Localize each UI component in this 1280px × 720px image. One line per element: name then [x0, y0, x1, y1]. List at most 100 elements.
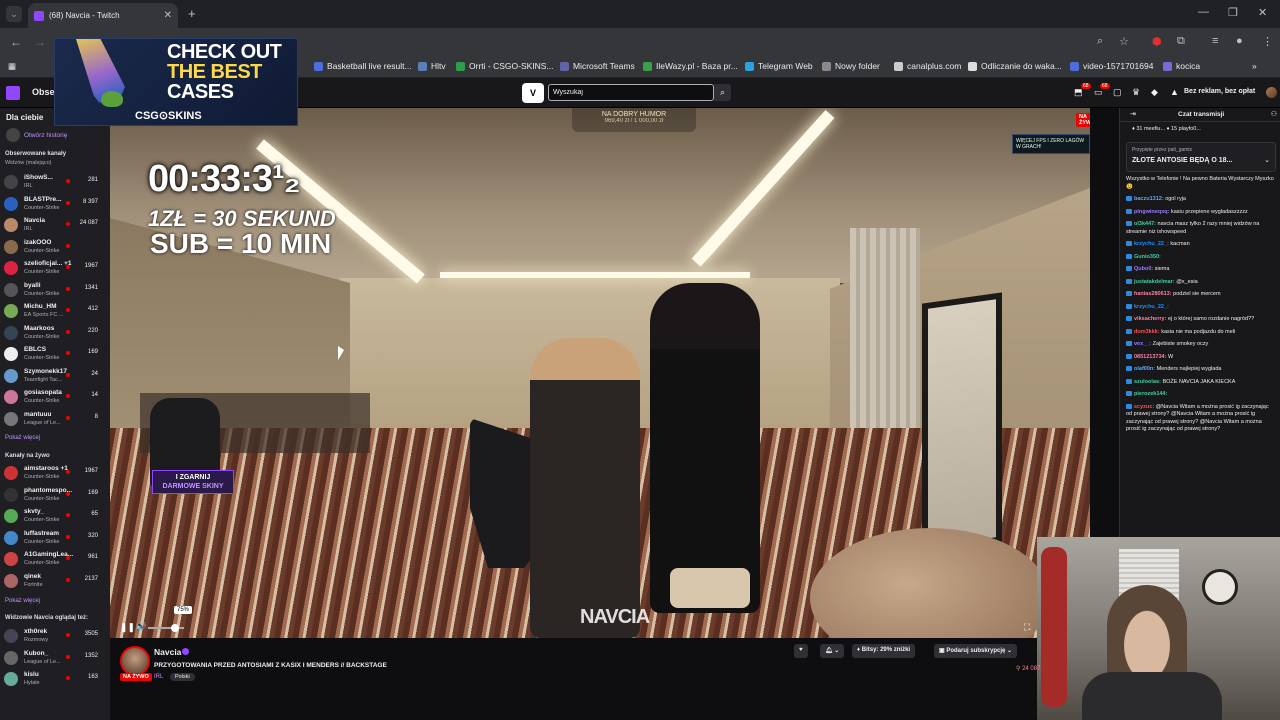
gift-subscription-button[interactable]: ▣ Podaruj subskrypcję ⌄: [934, 644, 1018, 658]
bookmark-item[interactable]: Odliczanie do waka...: [968, 61, 1062, 71]
bookmark-item[interactable]: Microsoft Teams: [560, 61, 635, 71]
chat-username[interactable]: krzychu_22_:: [1134, 304, 1169, 310]
volume-slider-handle[interactable]: [171, 624, 179, 632]
sidebar-channel-item[interactable]: mantuuu League of Le... 8: [4, 409, 108, 429]
language-tag[interactable]: Polski: [170, 673, 195, 681]
sidebar-channel-item[interactable]: BLASTPre... Counter-Strike 8 397: [4, 194, 108, 214]
sidebar-channel-item[interactable]: Navcia IRL 24 087: [4, 215, 108, 235]
chat-username[interactable]: baczu1312:: [1134, 196, 1164, 202]
vertical-mode-button[interactable]: V: [522, 83, 544, 103]
sidebar-channel-item[interactable]: aimstaroos +1 Counter-Strike 1967: [4, 463, 108, 483]
bookmark-item[interactable]: Orrti - CSGO-SKINS...: [456, 61, 554, 71]
zoom-icon[interactable]: ⌕: [1097, 35, 1103, 48]
apps-grid-icon[interactable]: ▦: [8, 61, 16, 72]
media-icon[interactable]: ≡: [1212, 35, 1218, 47]
chat-username[interactable]: vex__:: [1134, 341, 1151, 347]
user-avatar[interactable]: [1266, 87, 1277, 98]
chat-username[interactable]: ol3k447:: [1134, 221, 1156, 227]
sidebar-channel-item[interactable]: xth0rek Rozmowy 3505: [4, 626, 108, 646]
bookmark-star-icon[interactable]: ☆: [1119, 35, 1129, 48]
pause-icon[interactable]: ❚❚: [120, 622, 135, 633]
whispers-icon[interactable]: ▢: [1113, 87, 1122, 98]
sidebar-channel-item[interactable]: A1GamingLea... Counter-Strike 961: [4, 549, 108, 569]
notifications-bell-icon[interactable]: 🔔︎ ⌄: [820, 644, 845, 658]
chat-username[interactable]: justatakdelmar:: [1134, 279, 1175, 285]
bits-promo-button[interactable]: ♦ Bitsy: 29% zniżki: [852, 644, 916, 658]
minimize-button[interactable]: —: [1198, 6, 1209, 18]
drops-icon[interactable]: ◆: [1151, 87, 1158, 98]
browser-tab[interactable]: (68) Navcia - Twitch ✕: [28, 3, 178, 28]
close-window-button[interactable]: ✕: [1258, 6, 1267, 19]
sidebar-channel-item[interactable]: Kubon_ League of Le... 1352: [4, 648, 108, 668]
bookmark-item[interactable]: Basketball live result...: [314, 61, 412, 71]
sidebar-channel-item[interactable]: byalli Counter-Strike 1341: [4, 280, 108, 300]
sidebar-channel-item[interactable]: phantomespo... Counter-Strike 169: [4, 485, 108, 505]
show-more-followed-link[interactable]: Pokaż więcej: [5, 435, 40, 441]
volume-icon[interactable]: 🔊: [135, 621, 146, 632]
sidebar-channel-item[interactable]: kislu Hytale 163: [4, 669, 108, 689]
twitch-logo-icon[interactable]: [6, 86, 20, 100]
bookmark-item[interactable]: IleWazy.pl - Baza pr...: [643, 61, 738, 71]
chat-username[interactable]: pierozek144:: [1134, 391, 1167, 397]
prime-icon[interactable]: ⬒: [1074, 87, 1083, 98]
bookmark-item[interactable]: video-1571701694: [1070, 61, 1153, 71]
fullscreen-icon[interactable]: ⛶: [1024, 622, 1030, 633]
menu-kebab-icon[interactable]: ⋮: [1262, 35, 1273, 48]
sidebar-channel-item[interactable]: Maarkoos Counter-Strike 220: [4, 323, 108, 343]
bookmark-item[interactable]: Nowy folder: [822, 61, 880, 71]
new-tab-button[interactable]: +: [188, 6, 196, 21]
chat-username[interactable]: scyzuc:: [1134, 404, 1154, 410]
sidebar-channel-item[interactable]: skvty_ Counter-Strike 65: [4, 506, 108, 526]
bookmarks-overflow-icon[interactable]: »: [1252, 61, 1257, 71]
crown-icon[interactable]: ♛: [1132, 87, 1140, 98]
follow-heart-icon[interactable]: ♥: [794, 644, 808, 658]
video-player[interactable]: NA DOBRY HUMOR 969,40 zł / 1 000,00 zł 0…: [110, 108, 1090, 638]
sidebar-channel-item[interactable]: gosiasopata Counter-Strike 14: [4, 387, 108, 407]
channel-avatar[interactable]: [120, 646, 150, 676]
sidebar-channel-item[interactable]: izakOOO Counter-Strike: [4, 237, 108, 257]
chat-username[interactable]: viksacherry:: [1134, 316, 1166, 322]
bookmark-item[interactable]: canalplus.com: [894, 61, 961, 71]
bookmark-item[interactable]: Telegram Web: [745, 61, 813, 71]
maximize-button[interactable]: ❐: [1228, 6, 1238, 19]
chat-username[interactable]: hanias280613:: [1134, 291, 1172, 297]
sidebar-channel-item[interactable]: EBLCS Counter-Strike 169: [4, 344, 108, 364]
community-icon[interactable]: ⚇: [1271, 110, 1277, 118]
show-more-live-link[interactable]: Pokaż więcej: [5, 598, 40, 604]
sidebar-channel-item[interactable]: Michu_HM EA Sports FC ... 412: [4, 301, 108, 321]
tab-search-button[interactable]: ⌄: [6, 6, 22, 22]
bits-icon[interactable]: ▲: [1170, 87, 1179, 97]
tab-close-icon[interactable]: ✕: [164, 10, 172, 21]
chat-username[interactable]: 0851213734:: [1134, 354, 1166, 360]
profile-icon[interactable]: ●: [1236, 35, 1243, 47]
sidebar-channel-item[interactable]: szelioficjal... +1 Counter-Strike 1967: [4, 258, 108, 278]
search-icon[interactable]: ⌕: [714, 84, 731, 101]
pinned-message[interactable]: Przypięte przez pati_gamis ZŁOTE ANTOSIE…: [1126, 142, 1276, 172]
forward-icon[interactable]: →: [34, 35, 46, 49]
collapse-chat-icon[interactable]: ⇥: [1130, 110, 1136, 118]
ad-free-promo-button[interactable]: Bez reklam, bez opłat: [1184, 88, 1255, 95]
sidebar-channel-item[interactable]: iShowS... IRL 281: [4, 172, 108, 192]
chat-username[interactable]: pingwineqxq:: [1134, 209, 1169, 215]
chat-leaderboard[interactable]: ♦ 31 meefiu... ♦ 15 playfo0...: [1132, 126, 1201, 132]
chat-username[interactable]: Qubo0:: [1134, 266, 1153, 272]
chat-username[interactable]: dom3kkk:: [1134, 329, 1160, 335]
bookmark-item[interactable]: Hltv: [418, 61, 446, 71]
back-icon[interactable]: ←: [10, 35, 22, 49]
open-history-link[interactable]: Otwórz historię: [6, 128, 67, 142]
channel-name[interactable]: Navcia: [154, 647, 181, 657]
extensions-puzzle-icon[interactable]: ⧉: [1177, 35, 1185, 48]
sidebar-channel-item[interactable]: Szymonekk17 Teamfight Tac... 24: [4, 366, 108, 386]
sidebar-channel-item[interactable]: qinek Fortnite 2137: [4, 571, 108, 591]
bookmark-item[interactable]: kocica: [1163, 61, 1200, 71]
category-link[interactable]: IRL: [154, 674, 163, 680]
chat-username[interactable]: krzychu_22_:: [1134, 241, 1169, 247]
chat-username[interactable]: Gunio350:: [1134, 254, 1161, 260]
chat-username[interactable]: szuloolas:: [1134, 379, 1161, 385]
chevron-down-icon[interactable]: ⌄: [1264, 156, 1270, 164]
extension-icon[interactable]: ⬢: [1152, 35, 1162, 48]
sidebar-channel-item[interactable]: luffastream Counter-Strike 320: [4, 528, 108, 548]
search-input[interactable]: [548, 84, 714, 101]
sponsor-ad-overlay[interactable]: CHECK OUT THE BEST CASES CSG⊙SKINS: [54, 38, 298, 126]
chat-username[interactable]: olaf00n:: [1134, 366, 1155, 372]
